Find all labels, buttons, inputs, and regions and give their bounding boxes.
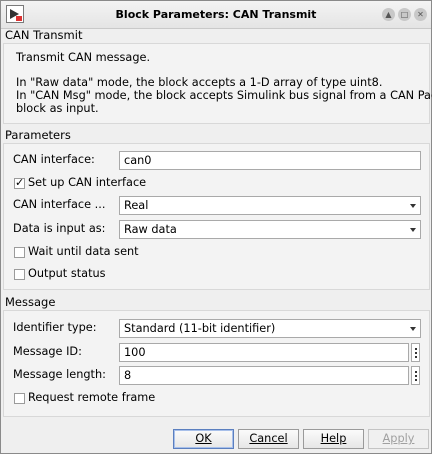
- more-options-icon[interactable]: [411, 343, 420, 362]
- block-name: CAN Transmit: [5, 28, 83, 42]
- description-line: In "CAN Msg" mode, the block accepts Sim…: [16, 89, 432, 102]
- description-panel: Transmit CAN message. In "Raw data" mode…: [3, 43, 432, 124]
- help-button[interactable]: Help: [303, 429, 364, 449]
- identifier-type-select[interactable]: Standard (11-bit identifier): [119, 319, 421, 338]
- window-title: Block Parameters: CAN Transmit: [115, 8, 317, 21]
- cancel-button[interactable]: Cancel: [238, 429, 299, 449]
- message-header: Message: [5, 295, 56, 309]
- setup-can-interface-checkbox[interactable]: [14, 176, 25, 189]
- can-interface-label: CAN interface:: [13, 153, 95, 166]
- output-status-checkbox[interactable]: [14, 269, 25, 280]
- help-button-label: Help: [320, 432, 347, 445]
- chevron-down-icon: [410, 327, 416, 331]
- ok-button[interactable]: OK: [173, 429, 234, 449]
- message-length-label: Message length:: [13, 368, 106, 381]
- message-id-input[interactable]: 100: [119, 343, 409, 362]
- ok-button-label: OK: [195, 432, 212, 445]
- request-remote-frame-checkbox[interactable]: [14, 393, 25, 404]
- request-remote-frame-label: Request remote frame: [28, 391, 156, 404]
- data-input-value: Raw data: [124, 223, 177, 236]
- parameters-header: Parameters: [5, 128, 71, 142]
- close-icon[interactable]: ✕: [414, 8, 427, 21]
- setup-can-interface-label: Set up CAN interface: [28, 176, 147, 189]
- chevron-down-icon: [410, 228, 416, 232]
- chevron-down-icon: [410, 204, 416, 208]
- apply-button[interactable]: Apply: [368, 429, 429, 449]
- data-input-label: Data is input as:: [13, 222, 106, 235]
- message-length-input[interactable]: 8: [119, 366, 409, 385]
- description-line: In "Raw data" mode, the block accepts a …: [16, 76, 383, 89]
- description-line: Transmit CAN message.: [16, 51, 151, 64]
- can-interface-input[interactable]: can0: [119, 151, 421, 170]
- identifier-type-label: Identifier type:: [13, 321, 97, 334]
- wait-until-sent-checkbox[interactable]: [14, 247, 25, 258]
- title-bar[interactable]: Block Parameters: CAN Transmit ▲ □ ✕: [1, 1, 431, 29]
- restore-icon[interactable]: □: [398, 8, 411, 21]
- cancel-button-label: Cancel: [249, 432, 288, 445]
- wait-until-sent-label: Wait until data sent: [28, 245, 139, 258]
- up-arrow-icon[interactable]: ▲: [382, 8, 395, 21]
- can-interface-type-value: Real: [124, 199, 149, 212]
- can-interface-type-label: CAN interface ...: [13, 198, 106, 211]
- block-parameters-dialog: Block Parameters: CAN Transmit ▲ □ ✕ CAN…: [0, 0, 432, 454]
- apply-button-label: Apply: [382, 432, 415, 445]
- output-status-label: Output status: [28, 267, 106, 280]
- description-line: block as input.: [16, 102, 99, 115]
- message-id-label: Message ID:: [13, 345, 82, 358]
- can-interface-type-select[interactable]: Real: [119, 196, 421, 215]
- identifier-type-value: Standard (11-bit identifier): [124, 322, 276, 335]
- data-input-select[interactable]: Raw data: [119, 220, 421, 239]
- more-options-icon[interactable]: [411, 366, 420, 385]
